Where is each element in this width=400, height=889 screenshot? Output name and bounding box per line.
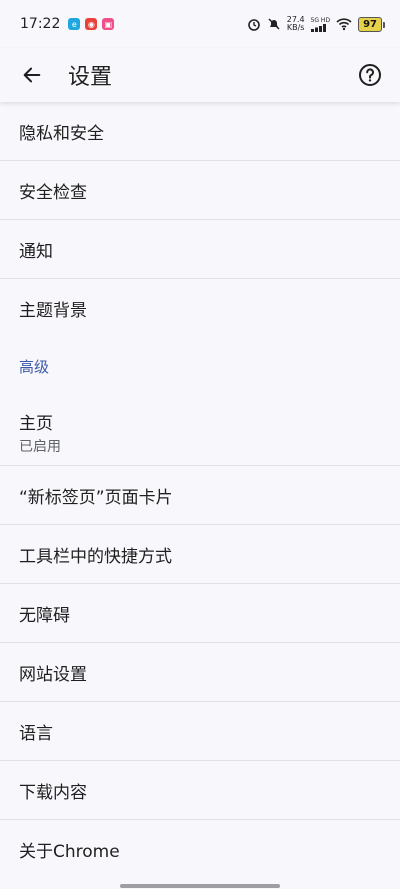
network-speed: 27.4 KB/s [287, 16, 305, 32]
settings-item-label: 语言 [19, 723, 53, 744]
settings-list: 隐私和安全 安全检查 通知 主题背景 高级 主页 已启用 “新标签页”页面卡片 … [0, 102, 400, 879]
settings-item-label: 主页 [19, 414, 53, 434]
settings-item-label: 主题背景 [19, 301, 87, 321]
page-title: 设置 [68, 65, 113, 90]
status-time: 17:22 [20, 16, 61, 32]
status-icons: 27.4 KB/s 5G HD 97 [247, 16, 385, 32]
settings-item-ntp-cards[interactable]: “新标签页”页面卡片 [0, 466, 400, 525]
settings-item-downloads[interactable]: 下载内容 [0, 761, 400, 820]
network-type-label: 5G HD [310, 16, 331, 24]
settings-item-label: 无障碍 [19, 605, 70, 626]
settings-item-label: 关于Chrome [19, 842, 120, 862]
settings-item-label: 通知 [19, 241, 53, 262]
settings-item-about-chrome[interactable]: 关于Chrome [0, 820, 400, 879]
settings-item-homepage[interactable]: 主页 已启用 [0, 394, 400, 466]
battery-indicator: 97 [358, 16, 385, 32]
help-icon [359, 64, 381, 86]
settings-item-summary: 已启用 [19, 439, 61, 455]
signal-icon [310, 23, 326, 32]
settings-item-label: “新标签页”页面卡片 [19, 487, 173, 508]
settings-item-label: 下载内容 [19, 782, 87, 803]
settings-item-languages[interactable]: 语言 [0, 702, 400, 761]
home-indicator[interactable] [120, 884, 280, 888]
settings-item-toolbar-shortcut[interactable]: 工具栏中的快捷方式 [0, 525, 400, 584]
app-notification-icon: e [68, 18, 81, 30]
status-bar: 17:22 e ◉ ▣ 27.4 KB/s 5G HD 97 [0, 0, 400, 48]
settings-item-label: 工具栏中的快捷方式 [19, 546, 172, 567]
section-header-advanced: 高级 [19, 357, 50, 376]
wifi-icon [336, 18, 352, 31]
network-type: 5G HD [310, 16, 331, 32]
settings-item-safety-check[interactable]: 安全检查 [0, 161, 400, 220]
app-bar: 设置 [0, 48, 400, 102]
settings-item-site-settings[interactable]: 网站设置 [0, 643, 400, 702]
app-notification-icon: ◉ [85, 18, 98, 30]
mute-bell-icon [268, 18, 280, 30]
app-notification-icon: ▣ [102, 18, 115, 30]
settings-item-notifications[interactable]: 通知 [0, 220, 400, 279]
settings-item-label: 安全检查 [19, 182, 87, 203]
help-button[interactable] [354, 59, 386, 91]
network-speed-unit: KB/s [286, 23, 305, 32]
settings-item-privacy[interactable]: 隐私和安全 [0, 102, 400, 161]
settings-item-accessibility[interactable]: 无障碍 [0, 584, 400, 643]
settings-item-theme[interactable]: 主题背景 [0, 279, 400, 338]
settings-item-label: 网站设置 [19, 664, 87, 685]
alarm-icon [247, 19, 260, 31]
settings-item-label: 隐私和安全 [19, 123, 104, 144]
arrow-back-icon [23, 67, 41, 83]
back-button[interactable] [12, 55, 52, 95]
